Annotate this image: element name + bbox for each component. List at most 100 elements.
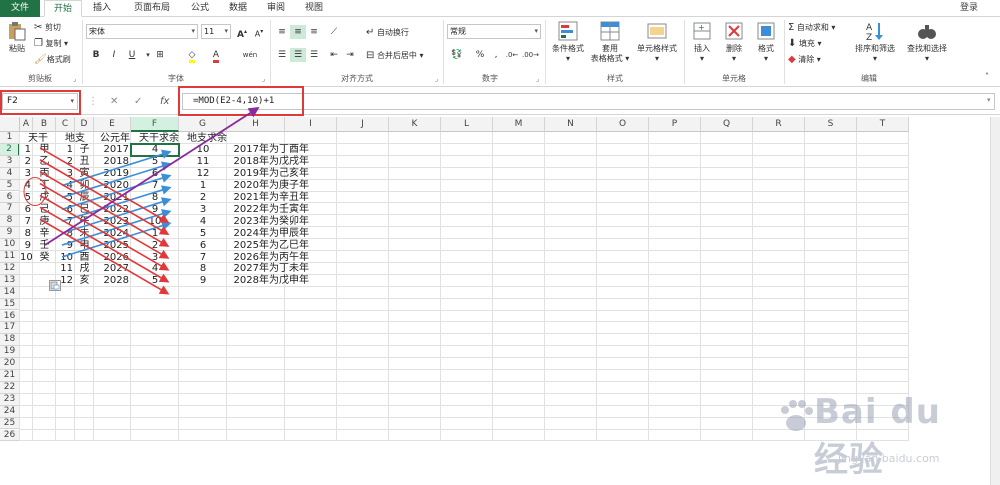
conditional-format-button[interactable]: 条件格式 ▾ <box>548 20 588 64</box>
cell-h10[interactable]: 2025年为乙巳年 <box>227 240 311 252</box>
align-left-icon[interactable]: ☰ <box>274 48 290 62</box>
column-header-c[interactable]: C <box>56 117 75 132</box>
cell-h4[interactable]: 2019年为己亥年 <box>227 168 311 180</box>
cell-g13[interactable]: 9 <box>179 275 227 287</box>
cell-g10[interactable]: 6 <box>179 240 227 252</box>
cell-e8[interactable]: 2023 <box>94 216 131 228</box>
tab-review[interactable]: 审阅 <box>260 0 292 17</box>
row-header-19[interactable]: 19 <box>0 346 20 359</box>
cell-b5[interactable]: 丁 <box>33 180 56 192</box>
cell-b10[interactable]: 壬 <box>33 240 56 252</box>
cell-b6[interactable]: 戊 <box>33 192 56 204</box>
column-header-p[interactable]: P <box>649 117 701 132</box>
row-header-8[interactable]: 8 <box>0 215 20 228</box>
column-header-l[interactable]: L <box>441 117 493 132</box>
tab-page-layout[interactable]: 页面布局 <box>124 0 180 17</box>
row-header-7[interactable]: 7 <box>0 203 20 216</box>
cell-g1[interactable]: 地支求余 <box>179 133 235 145</box>
percent-button[interactable]: % <box>472 48 488 62</box>
cell-g7[interactable]: 3 <box>179 204 227 216</box>
row-header-25[interactable]: 25 <box>0 417 20 430</box>
cell-a5[interactable]: 4 <box>20 180 33 192</box>
currency-icon[interactable]: 💱 <box>449 48 465 62</box>
autosum-button[interactable]: Σ 自动求和 ▾ <box>788 22 835 33</box>
cell-g6[interactable]: 2 <box>179 192 227 204</box>
cell-f4[interactable]: 6 <box>131 168 179 180</box>
cell-a1[interactable]: 天干 <box>20 133 56 145</box>
alignment-launcher-icon[interactable]: ⌟ <box>435 75 438 83</box>
cell-d2[interactable]: 子 <box>75 144 94 156</box>
cell-f8[interactable]: 10 <box>131 216 179 228</box>
column-header-b[interactable]: B <box>33 117 56 132</box>
bold-button[interactable]: B <box>88 48 104 62</box>
border-icon[interactable]: ⊞ <box>152 48 168 62</box>
row-header-9[interactable]: 9 <box>0 227 20 240</box>
cell-d5[interactable]: 卯 <box>75 180 94 192</box>
cell-d4[interactable]: 寅 <box>75 168 94 180</box>
cancel-icon[interactable]: ✕ <box>110 96 118 107</box>
font-name-select[interactable]: 宋体 ▾ <box>86 24 198 39</box>
row-header-13[interactable]: 13 <box>0 274 20 287</box>
delete-cells-button[interactable]: 删除 ▾ <box>720 20 748 64</box>
cell-g5[interactable]: 1 <box>179 180 227 192</box>
column-header-f[interactable]: F <box>131 117 179 132</box>
column-header-a[interactable]: A <box>20 117 33 132</box>
column-header-o[interactable]: O <box>597 117 649 132</box>
row-header-1[interactable]: 1 <box>0 132 20 144</box>
cell-f12[interactable]: 4 <box>131 263 179 275</box>
cell-g8[interactable]: 4 <box>179 216 227 228</box>
font-color-icon[interactable]: A <box>208 48 224 63</box>
align-middle-icon[interactable]: ≡ <box>290 25 306 39</box>
cell-f6[interactable]: 8 <box>131 192 179 204</box>
find-select-button[interactable]: 查找和选择 ▾ <box>902 20 952 64</box>
tab-view[interactable]: 视图 <box>298 0 330 17</box>
cell-g11[interactable]: 7 <box>179 252 227 264</box>
sort-filter-button[interactable]: AZ 排序和筛选 ▾ <box>850 20 900 64</box>
cell-c3[interactable]: 2 <box>56 156 75 168</box>
cell-f5[interactable]: 7 <box>131 180 179 192</box>
cell-h7[interactable]: 2022年为壬寅年 <box>227 204 311 216</box>
tab-data[interactable]: 数据 <box>222 0 254 17</box>
cell-e11[interactable]: 2026 <box>94 252 131 264</box>
cell-f9[interactable]: 1 <box>131 228 179 240</box>
cell-d13[interactable]: 亥 <box>75 275 94 287</box>
copy-button[interactable]: ❐ 复制 ▾ <box>34 38 68 49</box>
row-header-16[interactable]: 16 <box>0 310 20 323</box>
cell-c6[interactable]: 5 <box>56 192 75 204</box>
tab-insert[interactable]: 插入 <box>86 0 118 17</box>
paste-options-icon[interactable] <box>49 280 61 291</box>
cell-a8[interactable]: 7 <box>20 216 33 228</box>
cell-a10[interactable]: 9 <box>20 240 33 252</box>
column-header-r[interactable]: R <box>753 117 805 132</box>
column-header-k[interactable]: K <box>389 117 441 132</box>
row-header-3[interactable]: 3 <box>0 155 20 168</box>
format-cells-button[interactable]: 格式 ▾ <box>752 20 780 64</box>
cell-d11[interactable]: 酉 <box>75 252 94 264</box>
tab-formulas[interactable]: 公式 <box>184 0 216 17</box>
cell-e3[interactable]: 2018 <box>94 156 131 168</box>
grow-font-button[interactable]: A▴ <box>234 25 250 40</box>
cut-button[interactable]: ✂ 剪切 <box>34 22 61 33</box>
cell-g9[interactable]: 5 <box>179 228 227 240</box>
wrap-text-button[interactable]: ↵ 自动换行 <box>366 27 409 38</box>
cell-a2[interactable]: 1 <box>20 144 33 156</box>
italic-button[interactable]: I <box>106 48 122 62</box>
cell-f11[interactable]: 3 <box>131 252 179 264</box>
shrink-font-button[interactable]: A▾ <box>251 25 267 39</box>
cell-h11[interactable]: 2026年为丙午年 <box>227 252 311 264</box>
select-all-corner[interactable] <box>0 117 20 132</box>
row-header-2[interactable]: 2 <box>0 143 20 156</box>
cell-a9[interactable]: 8 <box>20 228 33 240</box>
row-header-4[interactable]: 4 <box>0 167 20 180</box>
clipboard-launcher-icon[interactable]: ⌟ <box>73 75 76 83</box>
format-painter-button[interactable]: 🖌格式刷 <box>34 54 71 65</box>
cell-d6[interactable]: 辰 <box>75 192 94 204</box>
cell-h12[interactable]: 2027年为丁未年 <box>227 263 311 275</box>
cell-b3[interactable]: 乙 <box>33 156 56 168</box>
cell-c8[interactable]: 7 <box>56 216 75 228</box>
cell-h3[interactable]: 2018年为戊戌年 <box>227 156 311 168</box>
fill-color-icon[interactable]: ◇ <box>184 48 200 63</box>
align-right-icon[interactable]: ☰ <box>306 48 322 62</box>
expand-formula-icon[interactable]: ▾ <box>987 96 991 104</box>
cell-e4[interactable]: 2019 <box>94 168 131 180</box>
